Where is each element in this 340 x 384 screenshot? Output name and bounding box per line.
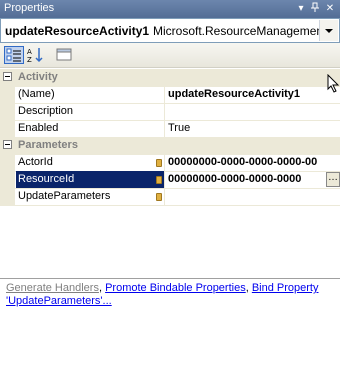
collapse-icon[interactable] [3,72,12,81]
property-row-enabled[interactable]: Enabled True [0,120,340,138]
property-value[interactable]: 00000000-0000-0000-0000-00 [166,154,340,171]
property-value[interactable]: True [166,120,340,137]
object-name: updateResourceActivity1 [5,24,150,38]
property-name: Enabled [18,122,59,134]
categorized-icon [6,48,21,62]
category-label: Parameters [18,139,78,151]
promote-bindable-properties-link[interactable]: Promote Bindable Properties [105,282,246,294]
object-type: Microsoft.ResourceManagement.W [153,24,323,38]
dropdown-icon[interactable]: ▾ [294,2,308,16]
categorized-button[interactable] [4,46,24,64]
alphabetical-button[interactable]: A Z [26,46,46,64]
bind-icon[interactable] [156,176,162,184]
property-name: Description [18,105,74,117]
ellipsis-button[interactable]: … [326,172,340,187]
properties-toolbar: A Z [0,43,340,68]
alphabetical-icon: A Z [27,48,43,64]
category-activity[interactable]: Activity [0,69,340,87]
property-name: (Name) [18,88,55,100]
property-name: ResourceId [16,171,164,188]
property-row-resourceid[interactable]: ResourceId 00000000-0000-0000-0000 … [0,171,340,189]
property-row-actorid[interactable]: ActorId 00000000-0000-0000-0000-00 [0,154,340,172]
mouse-cursor-icon [327,74,340,93]
pin-icon[interactable] [308,2,322,16]
window-titlebar: Properties ▾ ✕ [0,0,340,18]
property-name: UpdateParameters [18,190,111,202]
property-value[interactable]: updateResourceActivity1 [166,86,340,103]
bind-icon[interactable] [156,193,162,201]
property-value[interactable] [166,188,340,205]
commands-list: Generate Handlers, Promote Bindable Prop… [6,282,319,307]
collapse-icon[interactable] [3,140,12,149]
property-value[interactable]: 00000000-0000-0000-0000 [166,171,340,188]
property-row-description[interactable]: Description [0,103,340,121]
commands-pane: Generate Handlers, Promote Bindable Prop… [0,274,340,384]
property-pages-button[interactable] [54,46,74,64]
property-name: ActorId [18,156,53,168]
property-row-name[interactable]: (Name) updateResourceActivity1 [0,86,340,104]
bind-icon[interactable] [156,159,162,167]
generate-handlers-link[interactable]: Generate Handlers [6,282,99,294]
chevron-down-icon[interactable] [319,20,338,41]
property-value[interactable] [166,103,340,120]
object-selector-combo[interactable]: updateResourceActivity1 Microsoft.Resour… [0,18,340,43]
svg-text:A: A [27,48,32,56]
close-icon[interactable]: ✕ [323,2,337,16]
property-pages-icon [56,48,72,61]
category-parameters[interactable]: Parameters [0,137,340,155]
svg-text:Z: Z [27,56,32,64]
window-title: Properties [4,2,55,14]
category-label: Activity [18,71,58,83]
property-grid: Activity (Name) updateResourceActivity1 … [0,69,340,275]
property-row-updateparameters[interactable]: UpdateParameters [0,188,340,206]
